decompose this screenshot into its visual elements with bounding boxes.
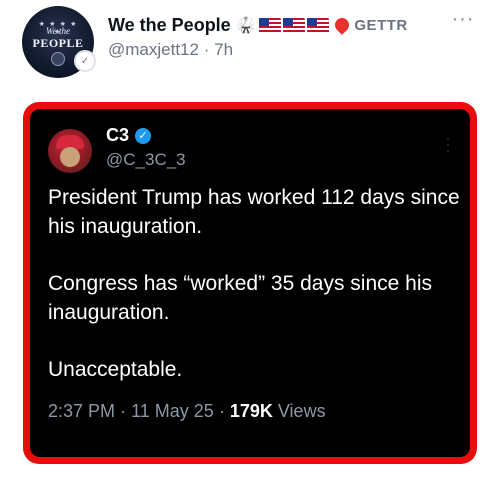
- avatar-logo-text-main: PEOPLE: [32, 36, 84, 50]
- quoted-name-row: C3 ✓: [106, 125, 152, 146]
- verified-check-icon: ✓: [135, 127, 152, 144]
- quoted-author-avatar[interactable]: [48, 129, 92, 173]
- quoted-date[interactable]: 11 May 25: [131, 401, 214, 421]
- separator-dot: ·: [203, 40, 210, 59]
- quoted-post-highlight: C3 ✓ @C_3C_3 · · · President Trump has wor…: [23, 102, 477, 464]
- separator-dot: ·: [218, 401, 225, 421]
- views-count: 179K: [229, 401, 273, 421]
- author-handle-row: @maxjett12 · 7h: [108, 40, 233, 60]
- post-time[interactable]: 7h: [214, 40, 233, 59]
- us-flag-icon: [307, 17, 330, 33]
- quoted-paragraph: Congress has “worked” 35 days since his …: [48, 272, 433, 324]
- quoted-author-handle[interactable]: @C_3C_3: [106, 150, 186, 170]
- karate-emoji-icon: 🥋: [236, 16, 256, 34]
- quoted-time[interactable]: 2:37 PM: [48, 401, 115, 421]
- gettr-label: GETTR: [354, 16, 408, 34]
- author-handle[interactable]: @maxjett12: [108, 40, 199, 59]
- quoted-post-text: President Trump has worked 112 days sinc…: [48, 183, 464, 384]
- views-label: Views: [277, 401, 326, 421]
- quoted-paragraph: President Trump has worked 112 days sinc…: [48, 186, 460, 238]
- avatar-logo-text-top: We the: [46, 26, 70, 36]
- author-name[interactable]: We the People: [108, 15, 231, 36]
- us-flags: [259, 17, 331, 33]
- quoted-author-name[interactable]: C3: [106, 125, 129, 146]
- quoted-post[interactable]: C3 ✓ @C_3C_3 · · · President Trump has wor…: [30, 109, 470, 457]
- quoted-paragraph: Unacceptable.: [48, 358, 183, 381]
- gettr-logo-icon: [332, 15, 353, 35]
- separator-dot: ·: [120, 401, 127, 421]
- quoted-post-meta: 2:37 PM · 11 May 25 · 179K Views: [48, 401, 326, 422]
- us-flag-icon: [259, 17, 282, 33]
- us-flag-icon: [283, 17, 306, 33]
- seal-icon: [51, 52, 65, 66]
- author-name-row: We the People 🥋 GETTR: [108, 13, 408, 37]
- badge-icon: ✓: [74, 50, 96, 72]
- more-options-icon[interactable]: ···: [448, 8, 478, 32]
- vertical-dots-icon[interactable]: · · ·: [444, 132, 452, 156]
- post-header: ★ ★ ★ ★ ★ We the PEOPLE ✓ We the People …: [0, 0, 500, 90]
